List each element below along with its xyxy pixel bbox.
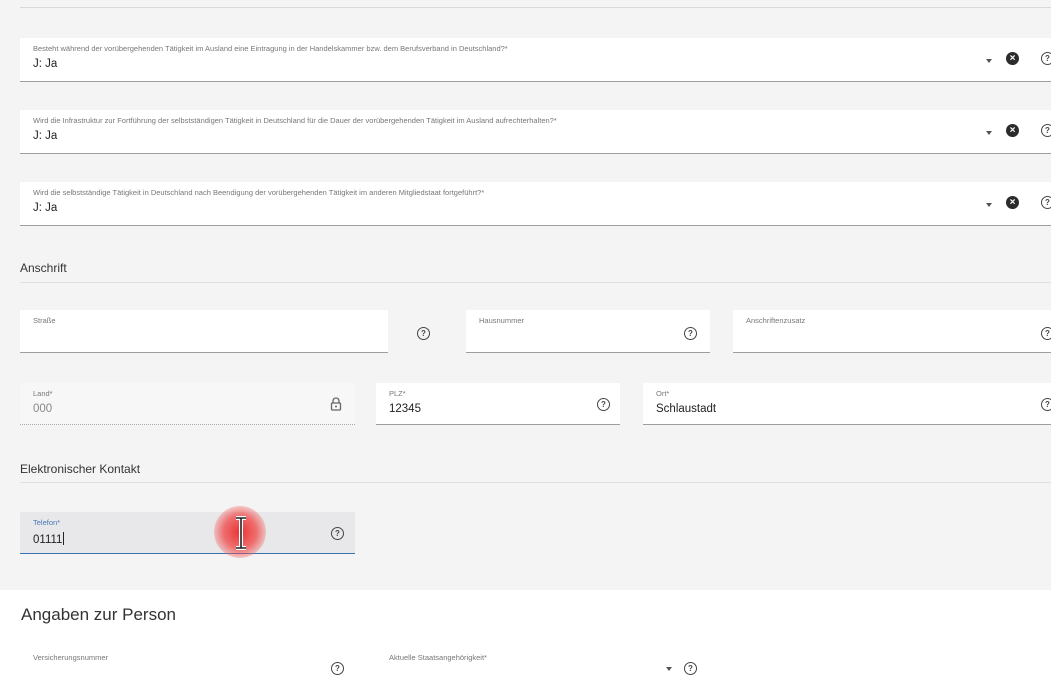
- telefon-input-value[interactable]: 01111: [33, 532, 65, 546]
- help-circle-icon[interactable]: ?: [1041, 327, 1051, 340]
- help-circle-icon[interactable]: ?: [1041, 196, 1051, 209]
- field-value: J: Ja: [33, 202, 58, 214]
- section-divider: [20, 482, 1051, 483]
- question-fortfuehrung-select[interactable]: Wird die selbstständige Tätigkeit in Deu…: [20, 182, 1051, 226]
- field-value: J: Ja: [33, 130, 58, 142]
- clear-circle-icon[interactable]: ×: [1006, 124, 1019, 137]
- strasse-field[interactable]: Straße ?: [20, 310, 430, 353]
- field-value: 12345: [389, 403, 421, 415]
- section-title-anschrift: Anschrift: [20, 261, 67, 275]
- help-circle-icon[interactable]: ?: [597, 398, 610, 411]
- divider: [20, 7, 1051, 8]
- field-label: Wird die selbstständige Tätigkeit in Deu…: [33, 188, 485, 197]
- section-title-person: Angaben zur Person: [21, 605, 176, 624]
- section-divider: [20, 282, 1051, 283]
- field-value: J: Ja: [33, 58, 58, 70]
- telefon-value-text: 01111: [33, 534, 63, 546]
- help-circle-icon[interactable]: ?: [1041, 52, 1051, 65]
- form-panel: Besteht während der vorübergehenden Täti…: [0, 0, 1051, 590]
- field-label: Land*: [33, 389, 53, 398]
- section-title-kontakt: Elektronischer Kontakt: [20, 462, 141, 476]
- field-label: Straße: [33, 316, 56, 325]
- text-caret: [63, 532, 65, 545]
- field-label: Anschriftenzusatz: [746, 316, 806, 325]
- telefon-field[interactable]: Telefon* 01111 ?: [20, 512, 355, 554]
- help-circle-icon[interactable]: ?: [684, 662, 697, 675]
- lock-icon: [330, 397, 342, 411]
- help-circle-icon[interactable]: ?: [1041, 124, 1051, 137]
- field-label: Ort*: [656, 389, 670, 398]
- help-circle-icon[interactable]: ?: [417, 327, 430, 340]
- field-value: 000: [33, 403, 53, 415]
- help-circle-icon[interactable]: ?: [684, 327, 697, 340]
- field-label: Hausnummer: [479, 316, 525, 325]
- help-circle-icon[interactable]: ?: [1041, 398, 1051, 411]
- field-label: Aktuelle Staatsangehörigkeit*: [389, 653, 487, 662]
- field-label: PLZ*: [389, 389, 406, 398]
- anschriftenzusatz-field[interactable]: Anschriftenzusatz ?: [733, 310, 1051, 353]
- text-cursor-icon: [236, 516, 246, 550]
- field-label: Versicherungsnummer: [33, 653, 109, 662]
- clear-circle-icon[interactable]: ×: [1006, 52, 1019, 65]
- help-circle-icon[interactable]: ?: [331, 662, 344, 675]
- staatsangehoerigkeit-select[interactable]: Aktuelle Staatsangehörigkeit* ?: [376, 647, 710, 680]
- ort-field[interactable]: Ort* Schlaustadt ?: [643, 383, 1051, 425]
- hausnummer-field[interactable]: Hausnummer ?: [466, 310, 710, 353]
- dropdown-arrow-icon[interactable]: [666, 667, 672, 671]
- clear-circle-icon[interactable]: ×: [1006, 196, 1019, 209]
- field-value: Schlaustadt: [656, 403, 717, 415]
- help-circle-icon[interactable]: ?: [331, 527, 344, 540]
- land-field: Land* 000: [20, 383, 355, 425]
- versicherungsnummer-field[interactable]: Versicherungsnummer ?: [20, 647, 355, 680]
- field-label: Besteht während der vorübergehenden Täti…: [33, 44, 508, 53]
- dropdown-arrow-icon[interactable]: [986, 59, 992, 63]
- question-infrastruktur-select[interactable]: Wird die Infrastruktur zur Fortführung d…: [20, 110, 1051, 154]
- plz-field[interactable]: PLZ* 12345 ?: [376, 383, 620, 425]
- field-label: Telefon*: [33, 518, 61, 527]
- dropdown-arrow-icon[interactable]: [986, 203, 992, 207]
- field-label: Wird die Infrastruktur zur Fortführung d…: [33, 116, 557, 125]
- question-handelskammer-select[interactable]: Besteht während der vorübergehenden Täti…: [20, 38, 1051, 82]
- dropdown-arrow-icon[interactable]: [986, 131, 992, 135]
